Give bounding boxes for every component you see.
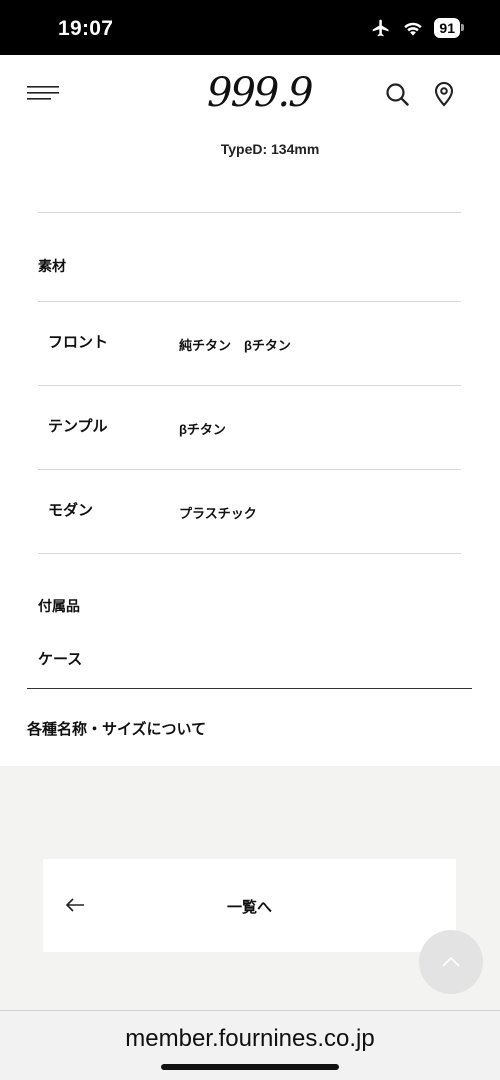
status-time: 19:07 bbox=[58, 17, 114, 40]
material-row-value: 純チタン βチタン bbox=[179, 338, 291, 353]
site-header: 999.9 bbox=[0, 55, 500, 133]
section-divider bbox=[27, 688, 472, 689]
material-row-value: プラスチック bbox=[179, 506, 257, 521]
back-to-list-label: 一覧へ bbox=[226, 899, 272, 916]
status-bar: 19:07 91 bbox=[0, 0, 500, 55]
material-row-label: モダン bbox=[48, 502, 94, 519]
divider bbox=[38, 212, 461, 213]
wifi-icon bbox=[404, 22, 423, 36]
status-icons: 91 bbox=[370, 18, 464, 38]
battery-indicator: 91 bbox=[434, 18, 464, 38]
home-indicator[interactable] bbox=[161, 1064, 339, 1070]
material-row-value: βチタン bbox=[179, 422, 226, 437]
back-to-list-button[interactable]: 一覧へ bbox=[43, 859, 456, 952]
material-row-label: フロント bbox=[48, 334, 109, 351]
search-icon[interactable] bbox=[385, 82, 409, 106]
hamburger-menu-icon[interactable] bbox=[27, 84, 59, 104]
frame-type-size: TypeD: 134mm bbox=[220, 141, 320, 157]
size-guide-link[interactable]: 各種名称・サイズについて bbox=[27, 718, 206, 739]
scroll-to-top-button[interactable] bbox=[419, 930, 483, 994]
accessories-heading: 付属品 bbox=[38, 598, 80, 614]
brand-logo[interactable]: 999.9 bbox=[207, 67, 314, 119]
accessories-value: ケース bbox=[38, 651, 83, 668]
chevron-up-icon bbox=[442, 956, 460, 967]
material-heading: 素材 bbox=[38, 258, 66, 274]
divider bbox=[38, 553, 461, 554]
address-bar-url[interactable]: member.fournines.co.jp bbox=[0, 1025, 500, 1053]
airplane-mode-icon bbox=[373, 19, 389, 37]
divider bbox=[38, 469, 461, 470]
material-row-label: テンプル bbox=[48, 418, 108, 435]
divider bbox=[38, 385, 461, 386]
divider bbox=[38, 301, 461, 302]
store-location-icon[interactable] bbox=[433, 81, 455, 107]
